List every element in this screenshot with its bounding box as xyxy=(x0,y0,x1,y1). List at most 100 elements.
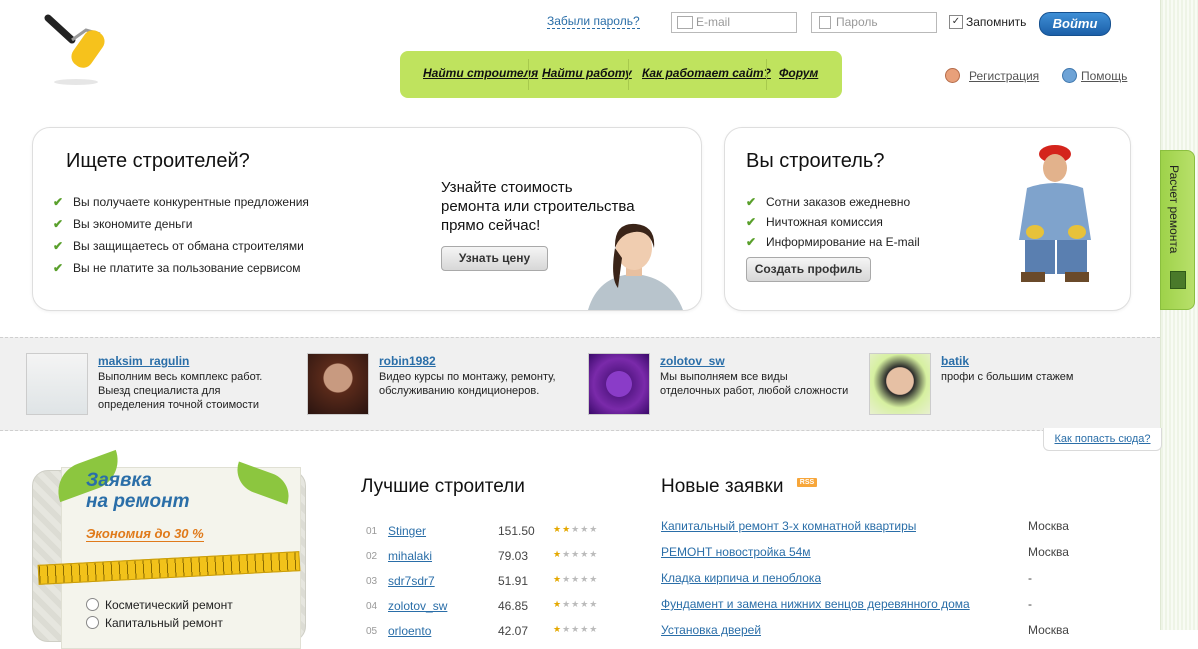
list-item: Капитальный ремонт 3-х комнатной квартир… xyxy=(661,519,1069,533)
featured-name[interactable]: batik xyxy=(941,354,969,368)
best-builders-title: Лучшие строители xyxy=(361,476,525,497)
avatar xyxy=(869,353,931,415)
calculator-icon xyxy=(1170,271,1186,289)
rating-stars: ★★★★★ xyxy=(553,574,599,584)
nav-how-it-works[interactable]: Как работает сайт? xyxy=(642,66,771,80)
repair-calc-tab-label: Расчет ремонта xyxy=(1167,165,1181,254)
benefit-item: ✔ Информирование на E-mail xyxy=(746,235,920,249)
nav-divider xyxy=(528,59,529,90)
table-row: 01 Stinger 151.50 ★★★★★ xyxy=(366,524,599,538)
builder-link[interactable]: sdr7sdr7 xyxy=(388,574,435,588)
check-icon: ✔ xyxy=(746,195,757,209)
main-nav: Найти строителя Найти работу Как работае… xyxy=(400,51,842,98)
repair-request-title: Заявка на ремонт xyxy=(86,470,190,512)
create-profile-button[interactable]: Создать профиль xyxy=(746,257,871,282)
repair-option[interactable]: Косметический ремонт xyxy=(86,598,233,612)
builders-title: Вы строитель? xyxy=(746,150,885,172)
builder-link[interactable]: Stinger xyxy=(388,524,426,538)
customers-box: Ищете строителей? ✔ Вы получаете конкурен… xyxy=(32,127,702,311)
order-link[interactable]: Установка дверей xyxy=(661,623,761,637)
order-link[interactable]: РЕМОНТ новостройка 54м xyxy=(661,545,811,559)
rating-stars: ★★★★★ xyxy=(553,524,599,534)
check-icon: ✔ xyxy=(746,215,757,229)
password-placeholder: Пароль xyxy=(836,15,878,29)
nav-divider xyxy=(628,59,629,90)
featured-desc: профи с большим стажем xyxy=(941,371,1074,383)
featured-desc: Видео курсы по монтажу, ремонту, обслужи… xyxy=(379,371,556,397)
table-row: 05 orloento 42.07 ★★★★★ xyxy=(366,624,599,638)
how-to-get-here-link[interactable]: Как попасть сюда? xyxy=(1043,428,1162,451)
avatar xyxy=(307,353,369,415)
right-decorative-strip xyxy=(1160,0,1198,630)
radio-button[interactable] xyxy=(86,598,99,611)
customers-benefits: ✔ Вы получаете конкурентные предложения ✔… xyxy=(53,194,309,282)
avatar xyxy=(26,353,88,415)
benefit-item: ✔ Ничтожная комиссия xyxy=(746,215,883,229)
password-field[interactable]: Пароль xyxy=(811,12,937,33)
email-placeholder: E-mail xyxy=(696,15,731,29)
remember-label: Запомнить xyxy=(966,15,1027,29)
check-icon: ✔ xyxy=(53,217,64,231)
table-row: 04 zolotov_sw 46.85 ★★★★★ xyxy=(366,599,599,613)
list-item: Фундамент и замена нижних венцов деревян… xyxy=(661,597,1032,611)
order-link[interactable]: Капитальный ремонт 3-х комнатной квартир… xyxy=(661,519,916,533)
featured-name[interactable]: robin1982 xyxy=(379,354,436,368)
paint-roller-icon xyxy=(44,14,105,85)
get-price-button[interactable]: Узнать цену xyxy=(441,246,548,271)
rating-stars: ★★★★★ xyxy=(553,599,599,609)
woman-thinking-image xyxy=(588,223,683,310)
repair-calc-tab[interactable]: Расчет ремонта xyxy=(1160,150,1195,310)
nav-find-builder[interactable]: Найти строителя xyxy=(423,66,538,80)
featured-item[interactable]: robin1982 Видео курсы по монтажу, ремонт… xyxy=(307,353,577,415)
featured-name[interactable]: maksim_ragulin xyxy=(98,354,189,368)
featured-item[interactable]: maksim_ragulin Выполним весь комплекс ра… xyxy=(26,353,296,415)
email-field[interactable]: E-mail xyxy=(671,12,797,33)
avatar xyxy=(588,353,650,415)
site-logo[interactable] xyxy=(42,12,114,88)
benefit-item: ✔ Вы экономите деньги xyxy=(53,217,193,231)
featured-item[interactable]: batik профи с большим стажем xyxy=(869,353,1139,415)
builders-benefits: ✔ Сотни заказов ежедневно ✔ Ничтожная коми… xyxy=(746,194,920,254)
benefit-item: ✔ Вы получаете конкурентные предложения xyxy=(53,195,309,209)
featured-desc: Мы выполняем все виды отделочных работ, … xyxy=(660,371,849,397)
list-item: Установка дверей Москва xyxy=(661,623,1069,637)
featured-name[interactable]: zolotov_sw xyxy=(660,354,725,368)
builder-worker-image xyxy=(1019,145,1091,282)
table-row: 02 mihalaki 79.03 ★★★★★ xyxy=(366,549,599,563)
check-icon: ✔ xyxy=(53,239,64,253)
featured-item[interactable]: zolotov_sw Мы выполняем все виды отделоч… xyxy=(588,353,858,415)
builder-link[interactable]: mihalaki xyxy=(388,549,432,563)
benefit-item: ✔ Вы не платите за пользование сервисом xyxy=(53,261,301,275)
rss-icon[interactable]: RSS xyxy=(797,478,817,487)
remember-checkbox[interactable]: ✓ xyxy=(949,15,963,29)
check-icon: ✔ xyxy=(746,235,757,249)
rating-stars: ★★★★★ xyxy=(553,549,599,559)
repair-savings-text: Экономия до 30 % xyxy=(86,526,204,542)
order-link[interactable]: Фундамент и замена нижних венцов деревян… xyxy=(661,597,970,611)
order-link[interactable]: Кладка кирпича и пеноблока xyxy=(661,571,821,585)
nav-find-work[interactable]: Найти работу xyxy=(542,66,632,80)
registration-link[interactable]: Регистрация xyxy=(969,69,1039,83)
featured-desc: Выполним весь комплекс работ. Выезд спец… xyxy=(98,371,263,411)
repair-option[interactable]: Капитальный ремонт xyxy=(86,616,223,630)
customers-title: Ищете строителей? xyxy=(66,150,250,172)
builder-link[interactable]: orloento xyxy=(388,624,431,638)
radio-button[interactable] xyxy=(86,616,99,629)
envelope-icon xyxy=(677,16,693,29)
help-icon xyxy=(1062,68,1077,83)
forgot-password-link[interactable]: Забыли пароль? xyxy=(547,14,640,29)
user-icon xyxy=(945,68,960,83)
featured-builders-strip: maksim_ragulin Выполним весь комплекс ра… xyxy=(0,337,1160,431)
new-orders-title: Новые заявки xyxy=(661,476,784,497)
login-button[interactable]: Войти xyxy=(1039,12,1111,36)
builders-box: Вы строитель? ✔ Сотни заказов ежедневно ✔… xyxy=(724,127,1131,311)
list-item: Кладка кирпича и пеноблока - xyxy=(661,571,1032,585)
benefit-item: ✔ Вы защищаетесь от обмана строителями xyxy=(53,239,304,253)
check-icon: ✔ xyxy=(53,195,64,209)
benefit-item: ✔ Сотни заказов ежедневно xyxy=(746,195,911,209)
nav-forum[interactable]: Форум xyxy=(779,66,818,80)
builder-link[interactable]: zolotov_sw xyxy=(388,599,447,613)
check-icon: ✔ xyxy=(53,261,64,275)
list-item: РЕМОНТ новостройка 54м Москва xyxy=(661,545,1069,559)
help-link[interactable]: Помощь xyxy=(1081,69,1127,83)
